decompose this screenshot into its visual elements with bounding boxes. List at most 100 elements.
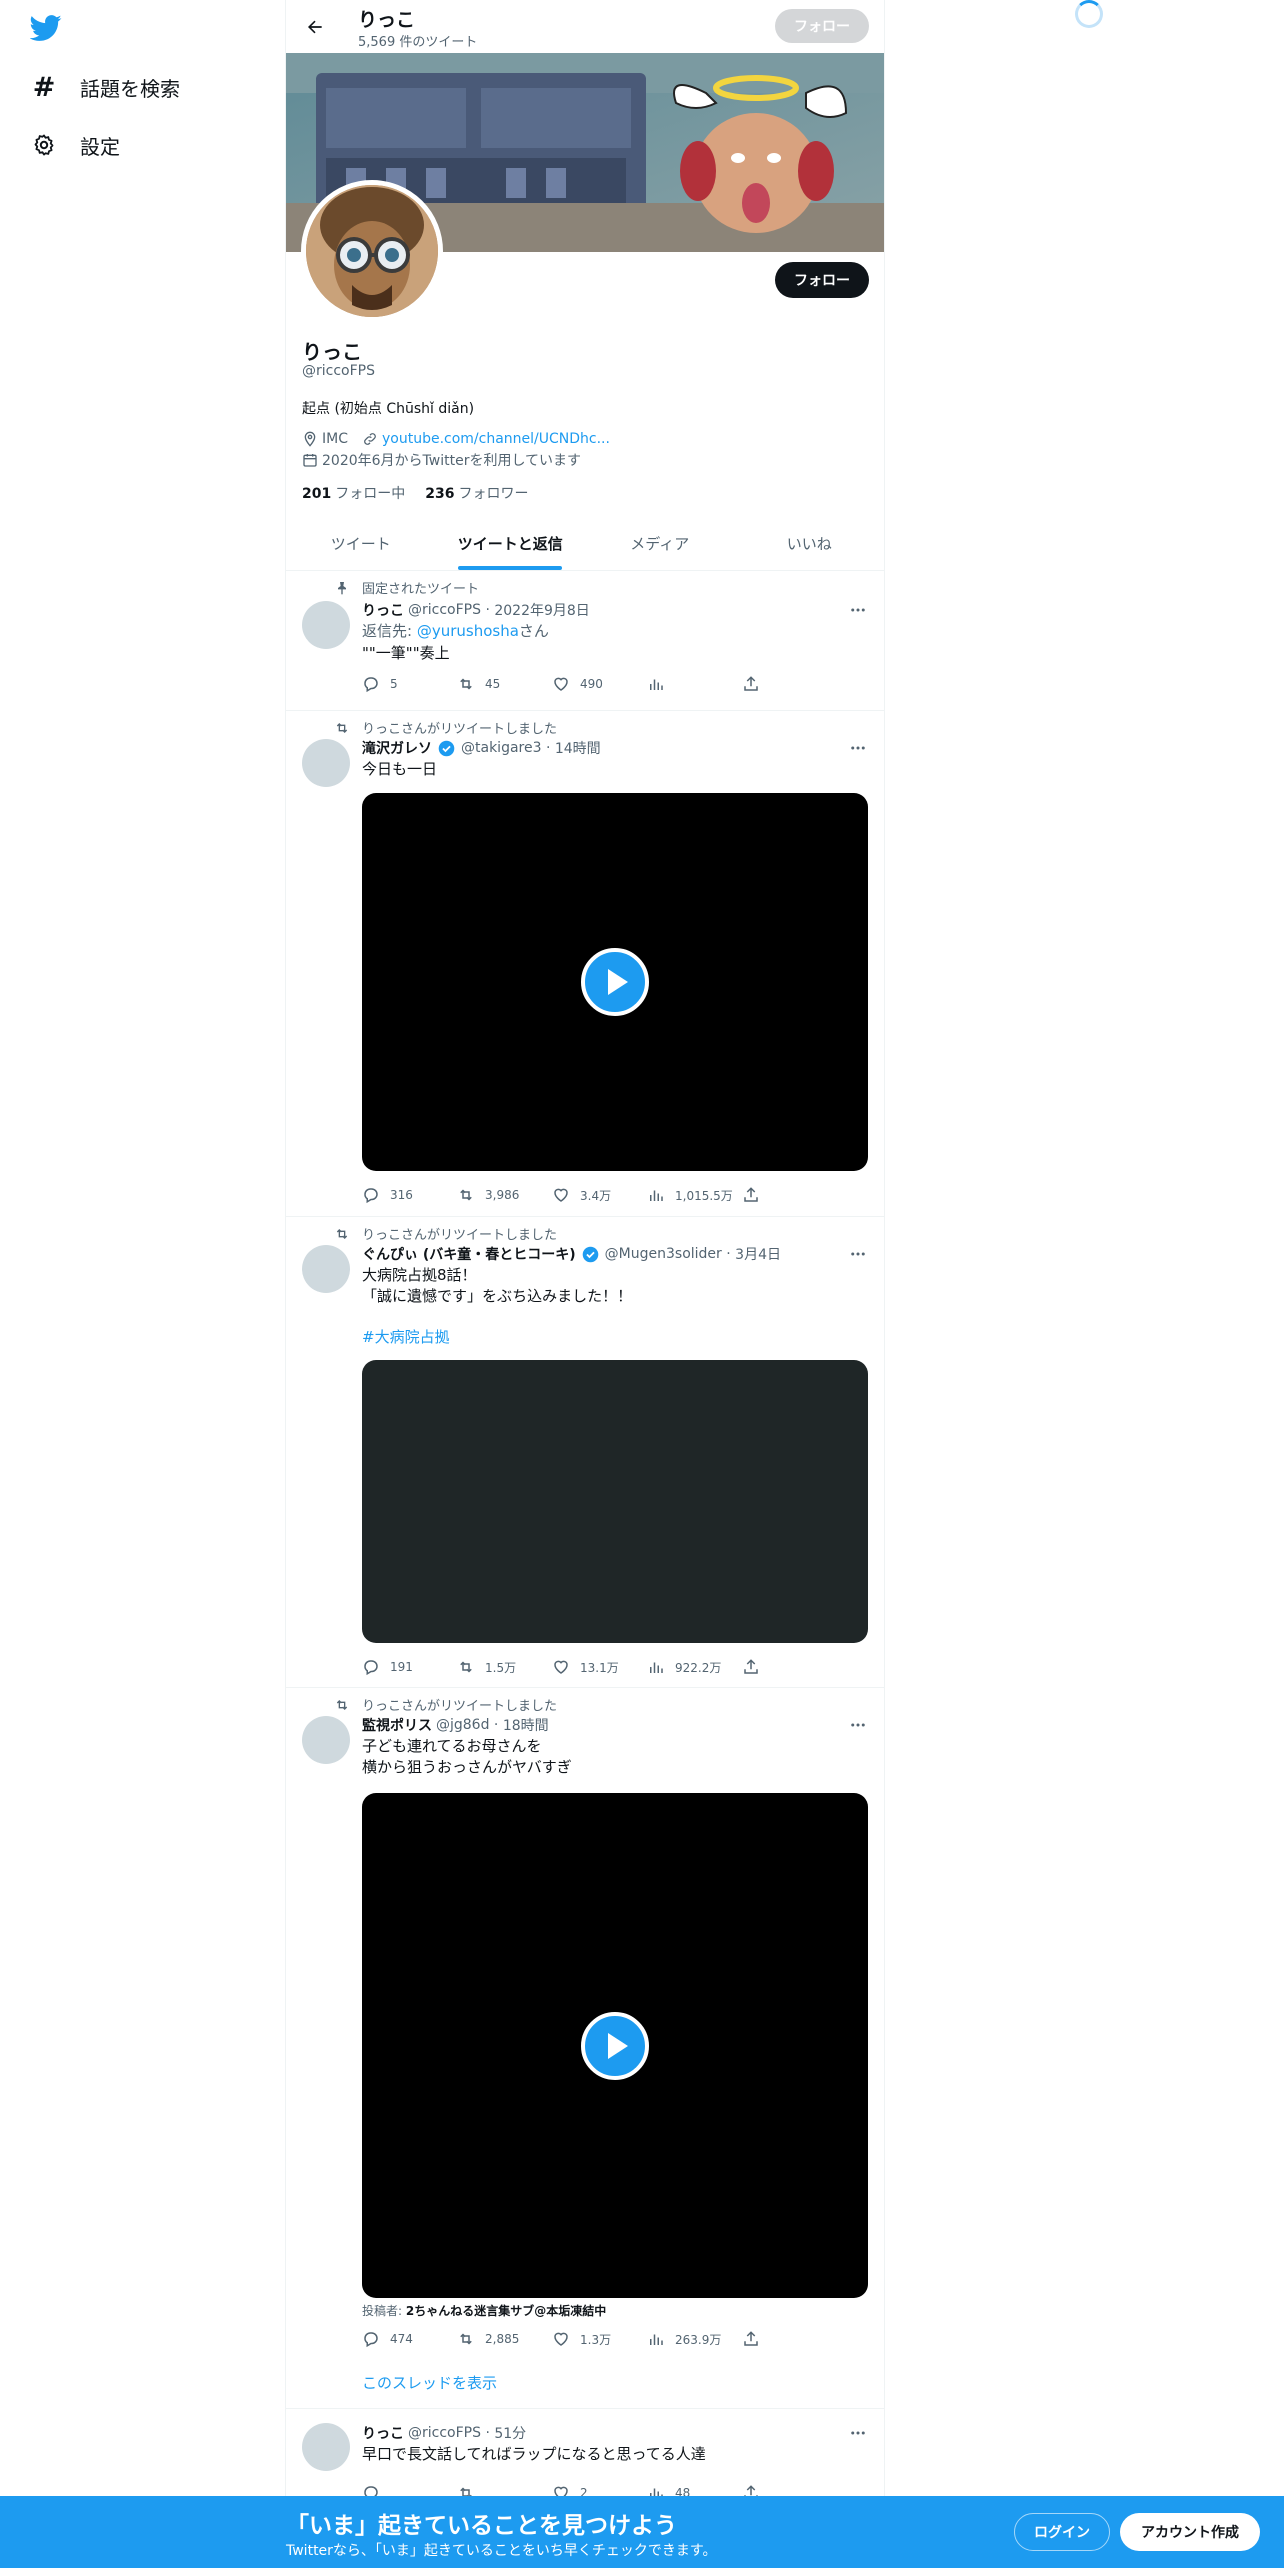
avatar[interactable] (302, 601, 350, 649)
twitter-bird-icon[interactable] (29, 12, 66, 48)
author-name[interactable]: ぐんぴぃ (バキ童・春とヒコーキ) (362, 1244, 576, 1264)
reply-button[interactable]: 316 (362, 1186, 457, 1204)
source-author-link[interactable]: 2ちゃんねる迷言集サブ@本垢凍結中 (406, 2304, 606, 2318)
author-name[interactable]: 滝沢ガレソ (362, 738, 432, 758)
tweet-item[interactable]: りっこさんがリツイートしました ぐんぴぃ (バキ童・春とヒコーキ) @Mugen… (286, 1217, 884, 1688)
tweet-actions: 5 45 490 (362, 675, 792, 693)
reply-button[interactable]: 474 (362, 2330, 457, 2348)
profile-url-link[interactable]: youtube.com/channel/UCNDhc... (382, 431, 610, 447)
nav-explore-label: 話題を検索 (80, 76, 180, 101)
tweet-header: りっこ @riccoFPS · 51分 (362, 2423, 527, 2443)
like-button[interactable]: 13.1万 (552, 1658, 647, 1676)
retweet-button[interactable]: 1.5万 (457, 1658, 552, 1676)
tweet-time[interactable]: 2022年9月8日 (494, 600, 589, 620)
like-count: 3.4万 (580, 1188, 612, 1203)
reply-context: 返信先: @yurushoshaさん (362, 621, 549, 642)
play-button-icon[interactable] (581, 948, 649, 1016)
avatar[interactable] (302, 1716, 350, 1764)
author-name[interactable]: 監視ポリス (362, 1715, 432, 1735)
followers-link[interactable]: 236 フォロワー (425, 483, 528, 503)
more-options-icon[interactable] (848, 1715, 868, 1735)
tweet-time[interactable]: 18時間 (503, 1715, 549, 1735)
tab-media[interactable]: メディア (585, 517, 735, 570)
share-button[interactable] (742, 2330, 770, 2348)
follow-button[interactable]: フォロー (775, 262, 869, 298)
avatar[interactable] (302, 1245, 350, 1293)
play-button-icon[interactable] (581, 2011, 649, 2080)
share-button[interactable] (742, 1658, 770, 1676)
avatar[interactable] (302, 2423, 350, 2471)
retweet-button[interactable]: 2,885 (457, 2330, 552, 2348)
signup-banner-subtitle: Twitterなら、「いま」起きていることをいち早くチェックできます。 (286, 2543, 717, 2559)
tweet-text-line: 「誠に遺憾です」をぶち込みました！！ (362, 1287, 633, 1305)
tweet-time[interactable]: 14時間 (555, 738, 601, 758)
author-handle[interactable]: @Mugen3solider (605, 1246, 722, 1262)
retweet-button[interactable]: 3,986 (457, 1186, 552, 1204)
retweet-button[interactable]: 45 (457, 675, 552, 693)
views-button[interactable]: 1,015.5万 (647, 1186, 742, 1204)
nav-settings[interactable]: 設定 (30, 121, 120, 169)
tweet-item[interactable]: りっこ @riccoFPS · 51分 早口で長文話してればラップになると思って… (286, 2409, 884, 2509)
pinned-label: 固定されたツイート (334, 578, 479, 597)
profile-joined: 2020年6月からTwitterを利用しています (322, 453, 582, 469)
views-button[interactable] (647, 675, 742, 693)
followers-count: 236 (425, 486, 455, 502)
tweet-actions: 191 1.5万 13.1万 922.2万 (362, 1658, 792, 1676)
reply-icon (364, 2332, 378, 2348)
video-player[interactable] (362, 1793, 868, 2298)
like-button[interactable]: 490 (552, 675, 647, 693)
header-follow-button[interactable]: フォロー (775, 9, 869, 43)
tab-tweets-and-replies[interactable]: ツイートと返信 (436, 517, 586, 570)
profile-header-bar: りっこ 5,569 件のツイート フォロー (286, 0, 884, 53)
more-options-icon[interactable] (848, 600, 868, 620)
author-name[interactable]: りっこ (362, 600, 404, 620)
retweet-icon (460, 1189, 472, 1201)
hashtag-link[interactable]: #大病院占拠 (362, 1327, 450, 1348)
profile-location: IMC (322, 431, 348, 447)
like-count: 490 (580, 677, 603, 691)
retweet-count: 45 (485, 677, 501, 691)
tweet-item[interactable]: 固定されたツイート りっこ @riccoFPS · 2022年9月8日 返信先:… (286, 571, 884, 711)
views-button[interactable]: 922.2万 (647, 1658, 742, 1676)
author-handle[interactable]: @riccoFPS (408, 2425, 481, 2441)
reply-to-link[interactable]: @yurushosha (417, 622, 519, 640)
author-handle[interactable]: @riccoFPS (408, 602, 481, 618)
profile-avatar[interactable] (301, 180, 443, 322)
more-options-icon[interactable] (848, 1244, 868, 1264)
reply-button[interactable]: 5 (362, 675, 457, 693)
avatar[interactable] (302, 739, 350, 787)
tweet-time[interactable]: 51分 (494, 2423, 526, 2443)
video-thumbnail[interactable] (362, 1360, 868, 1643)
video-player[interactable] (362, 793, 868, 1171)
share-button[interactable] (742, 1186, 770, 1204)
views-button[interactable]: 263.9万 (647, 2330, 742, 2348)
tab-tweets[interactable]: ツイート (286, 517, 436, 570)
share-button[interactable] (742, 675, 770, 693)
reply-count: 5 (390, 677, 398, 691)
share-icon (744, 1659, 758, 1674)
retweet-count: 2,885 (485, 2332, 520, 2346)
more-options-icon[interactable] (848, 738, 868, 758)
like-button[interactable]: 1.3万 (552, 2330, 647, 2348)
following-link[interactable]: 201 フォロー中 (302, 483, 405, 503)
tweet-text: 早口で長文話してればラップになると思ってる人達 (362, 2445, 706, 2463)
more-options-icon[interactable] (848, 2423, 868, 2443)
author-handle[interactable]: @takigare3 (461, 740, 542, 756)
back-arrow-icon[interactable] (300, 12, 330, 42)
tweet-item[interactable]: りっこさんがリツイートしました 監視ポリス @jg86d · 18時間 子ども連… (286, 1688, 884, 2409)
followers-label: フォロワー (458, 486, 529, 502)
calendar-icon (303, 454, 317, 467)
tweet-time[interactable]: 3月4日 (735, 1244, 781, 1264)
tweet-item[interactable]: りっこさんがリツイートしました 滝沢ガレソ @takigare3 · 14時間 … (286, 711, 884, 1217)
nav-explore[interactable]: # 話題を検索 (30, 63, 180, 111)
show-thread-link[interactable]: このスレッドを表示 (362, 2372, 497, 2393)
author-handle[interactable]: @jg86d (436, 1717, 489, 1733)
tweet-header: ぐんぴぃ (バキ童・春とヒコーキ) @Mugen3solider · 3月4日 (362, 1244, 781, 1264)
login-button[interactable]: ログイン (1014, 2513, 1110, 2551)
like-button[interactable]: 3.4万 (552, 1186, 647, 1204)
link-icon (364, 433, 376, 445)
author-name[interactable]: りっこ (362, 2423, 404, 2443)
tab-likes[interactable]: いいね (735, 517, 885, 570)
create-account-button[interactable]: アカウント作成 (1120, 2513, 1260, 2551)
reply-button[interactable]: 191 (362, 1658, 457, 1676)
